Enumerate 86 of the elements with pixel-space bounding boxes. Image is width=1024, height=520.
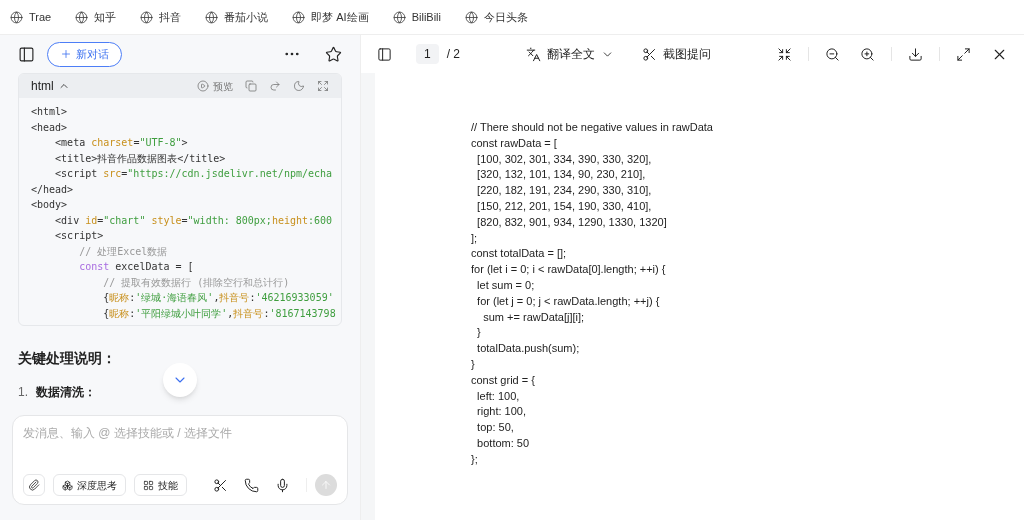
page-number-field[interactable]: 1 <box>416 44 439 64</box>
zoom-in-icon[interactable] <box>860 46 875 62</box>
document-line: const totalData = []; <box>471 246 568 262</box>
globe-icon <box>140 10 154 24</box>
code-line: {昵称:'绿城·海语春风',抖音号:'46216933059' <box>102 291 335 305</box>
document-line: [100, 302, 301, 334, 390, 330, 320], <box>476 151 653 167</box>
arrow-up-icon <box>320 479 332 491</box>
fit-page-icon[interactable] <box>777 46 792 62</box>
document-line: [820, 832, 901, 934, 1290, 1330, 1320] <box>476 214 668 230</box>
redo-icon[interactable] <box>269 80 281 92</box>
bookmark-link[interactable]: 即梦 AI绘画 <box>292 8 369 26</box>
document-line: left: 100, <box>476 388 521 404</box>
document-line: // There should not be negative values in rawData <box>471 120 714 135</box>
cubes-icon <box>62 479 73 491</box>
message-input[interactable]: 发消息、输入 @ 选择技能或 / 选择文件 <box>23 424 337 442</box>
document-line: bottom: 50 <box>476 435 531 451</box>
document-line: [150, 212, 201, 154, 190, 330, 410], <box>476 199 653 214</box>
code-line: // 提取有效数据行 (排除空行和总计行) <box>102 275 291 290</box>
sidebar-toggle-icon[interactable] <box>18 45 35 63</box>
document-line: top: 50, <box>476 420 515 436</box>
list-text: 数据清洗： <box>36 384 96 401</box>
translate-icon <box>526 46 541 62</box>
document-line: for (let j = 0; j < rawData.length; ++j) { <box>476 293 661 309</box>
bookmark-link[interactable]: 今日头条 <box>465 8 528 26</box>
code-line: // 处理Excel数据 <box>78 244 169 259</box>
scissors-icon <box>642 46 657 62</box>
page-total: / 2 <box>446 46 461 63</box>
document-line: } <box>471 356 476 372</box>
globe-icon <box>465 10 478 24</box>
document-line: right: 100, <box>476 404 528 420</box>
code-line: <head> <box>31 120 69 135</box>
document-line: const grid = { <box>471 372 536 388</box>
document-line: }; <box>471 451 479 467</box>
preview-button[interactable]: 预览 <box>197 78 233 94</box>
document-line: [320, 132, 101, 134, 90, 230, 210], <box>476 167 647 183</box>
document-line: totalData.push(sum); <box>476 341 581 357</box>
globe-icon <box>10 10 23 24</box>
document-line: let sum = 0; <box>476 277 536 293</box>
globe-icon <box>292 10 306 24</box>
code-line: <title>抖音作品数据图表</title> <box>54 151 227 166</box>
new-chat-button[interactable]: 新对话 <box>47 41 122 67</box>
translate-button[interactable]: 翻译全文 <box>526 45 614 63</box>
document-line: const rawData = [ <box>471 135 558 151</box>
code-line: <html> <box>31 105 69 119</box>
fullscreen-icon[interactable] <box>956 46 971 62</box>
globe-icon <box>392 10 406 24</box>
document-line: } <box>476 325 482 341</box>
plus-icon <box>60 48 72 60</box>
bookmark-link[interactable]: 知乎 <box>75 8 117 26</box>
moon-icon[interactable] <box>293 80 305 92</box>
download-icon[interactable] <box>908 46 923 62</box>
globe-icon <box>75 10 89 24</box>
bookmark-link[interactable]: 番茄小说 <box>205 8 269 26</box>
code-line: <div id="chart" style="width: 800px;height:600 <box>54 213 334 228</box>
bookmark-link[interactable]: BiliBili <box>392 8 441 26</box>
code-line: <meta charset="UTF-8"> <box>54 136 189 150</box>
code-line: <script src="https://cdn.jsdelivr.net/npm/echa <box>54 167 334 181</box>
skill-chip[interactable]: 技能 <box>134 474 187 496</box>
bookmark-link[interactable]: 抖音 <box>140 8 182 26</box>
document-line: ]; <box>471 230 479 246</box>
section-heading: 关键处理说明： <box>18 349 117 368</box>
screenshot-ask-button[interactable]: 截图提问 <box>642 45 711 63</box>
star-icon[interactable] <box>325 45 342 63</box>
code-line: {昵称:'平阳绿城小叶同学',抖音号:'8167143798 <box>102 306 337 321</box>
expand-icon[interactable] <box>317 80 329 92</box>
scissors-icon[interactable] <box>213 477 228 493</box>
code-line: const excelData = [ <box>78 260 195 274</box>
sidebar-toggle-icon[interactable] <box>377 46 392 62</box>
code-line: <script> <box>54 229 105 243</box>
bookmark-link[interactable]: Trae <box>10 8 52 26</box>
globe-icon <box>205 10 219 24</box>
code-line: <body> <box>31 198 69 212</box>
skill-chip[interactable]: 深度思考 <box>53 474 126 496</box>
code-language: html <box>31 78 54 95</box>
phone-icon[interactable] <box>244 477 259 493</box>
attach-button[interactable] <box>23 474 45 496</box>
list-number: 1. <box>18 384 28 401</box>
microphone-icon[interactable] <box>275 477 290 493</box>
code-line: </head> <box>31 182 75 197</box>
document-line: [220, 182, 191, 234, 290, 330, 310], <box>476 183 653 199</box>
play-icon <box>197 80 209 92</box>
document-line: sum += rawData[j][i]; <box>482 309 586 325</box>
zoom-out-icon[interactable] <box>825 46 840 62</box>
paperclip-icon <box>28 479 40 491</box>
grid-icon <box>143 479 154 491</box>
document-line: for (let i = 0; i < rawData[0].length; ++i) { <box>471 262 667 278</box>
